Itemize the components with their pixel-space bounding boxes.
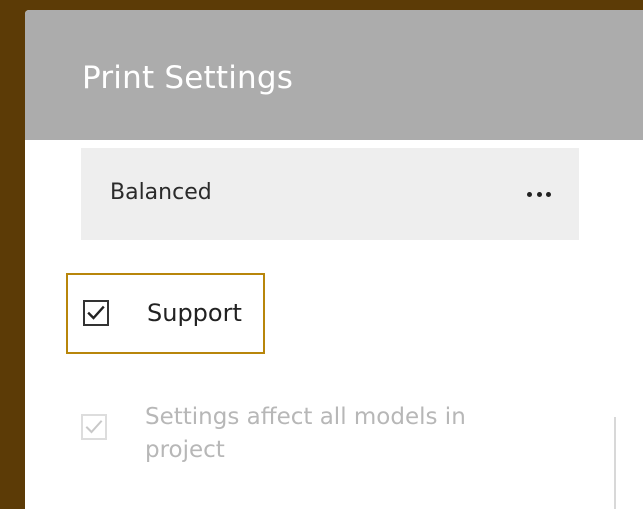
panel-header: Print Settings: [25, 10, 643, 140]
ellipsis-dot: [527, 191, 532, 197]
support-label: Support: [147, 299, 242, 327]
apply-all-models-checkbox: [81, 414, 107, 440]
print-settings-panel: Print Settings Balanced Support Settings…: [25, 10, 643, 509]
ellipsis-icon[interactable]: [527, 187, 551, 201]
ellipsis-dot: [536, 191, 542, 197]
panel-title: Print Settings: [82, 60, 294, 96]
profile-label: Balanced: [110, 180, 212, 205]
support-checkbox[interactable]: [83, 300, 109, 326]
checkmark-icon: [85, 420, 103, 434]
support-checkbox-row[interactable]: Support: [66, 273, 265, 354]
apply-all-models-label: Settings affect all models in project: [145, 404, 466, 463]
adjacent-panel-edge: [614, 417, 616, 509]
ellipsis-dot: [546, 191, 551, 197]
print-profile-selector[interactable]: Balanced: [81, 148, 579, 240]
checkmark-icon: [87, 305, 105, 320]
